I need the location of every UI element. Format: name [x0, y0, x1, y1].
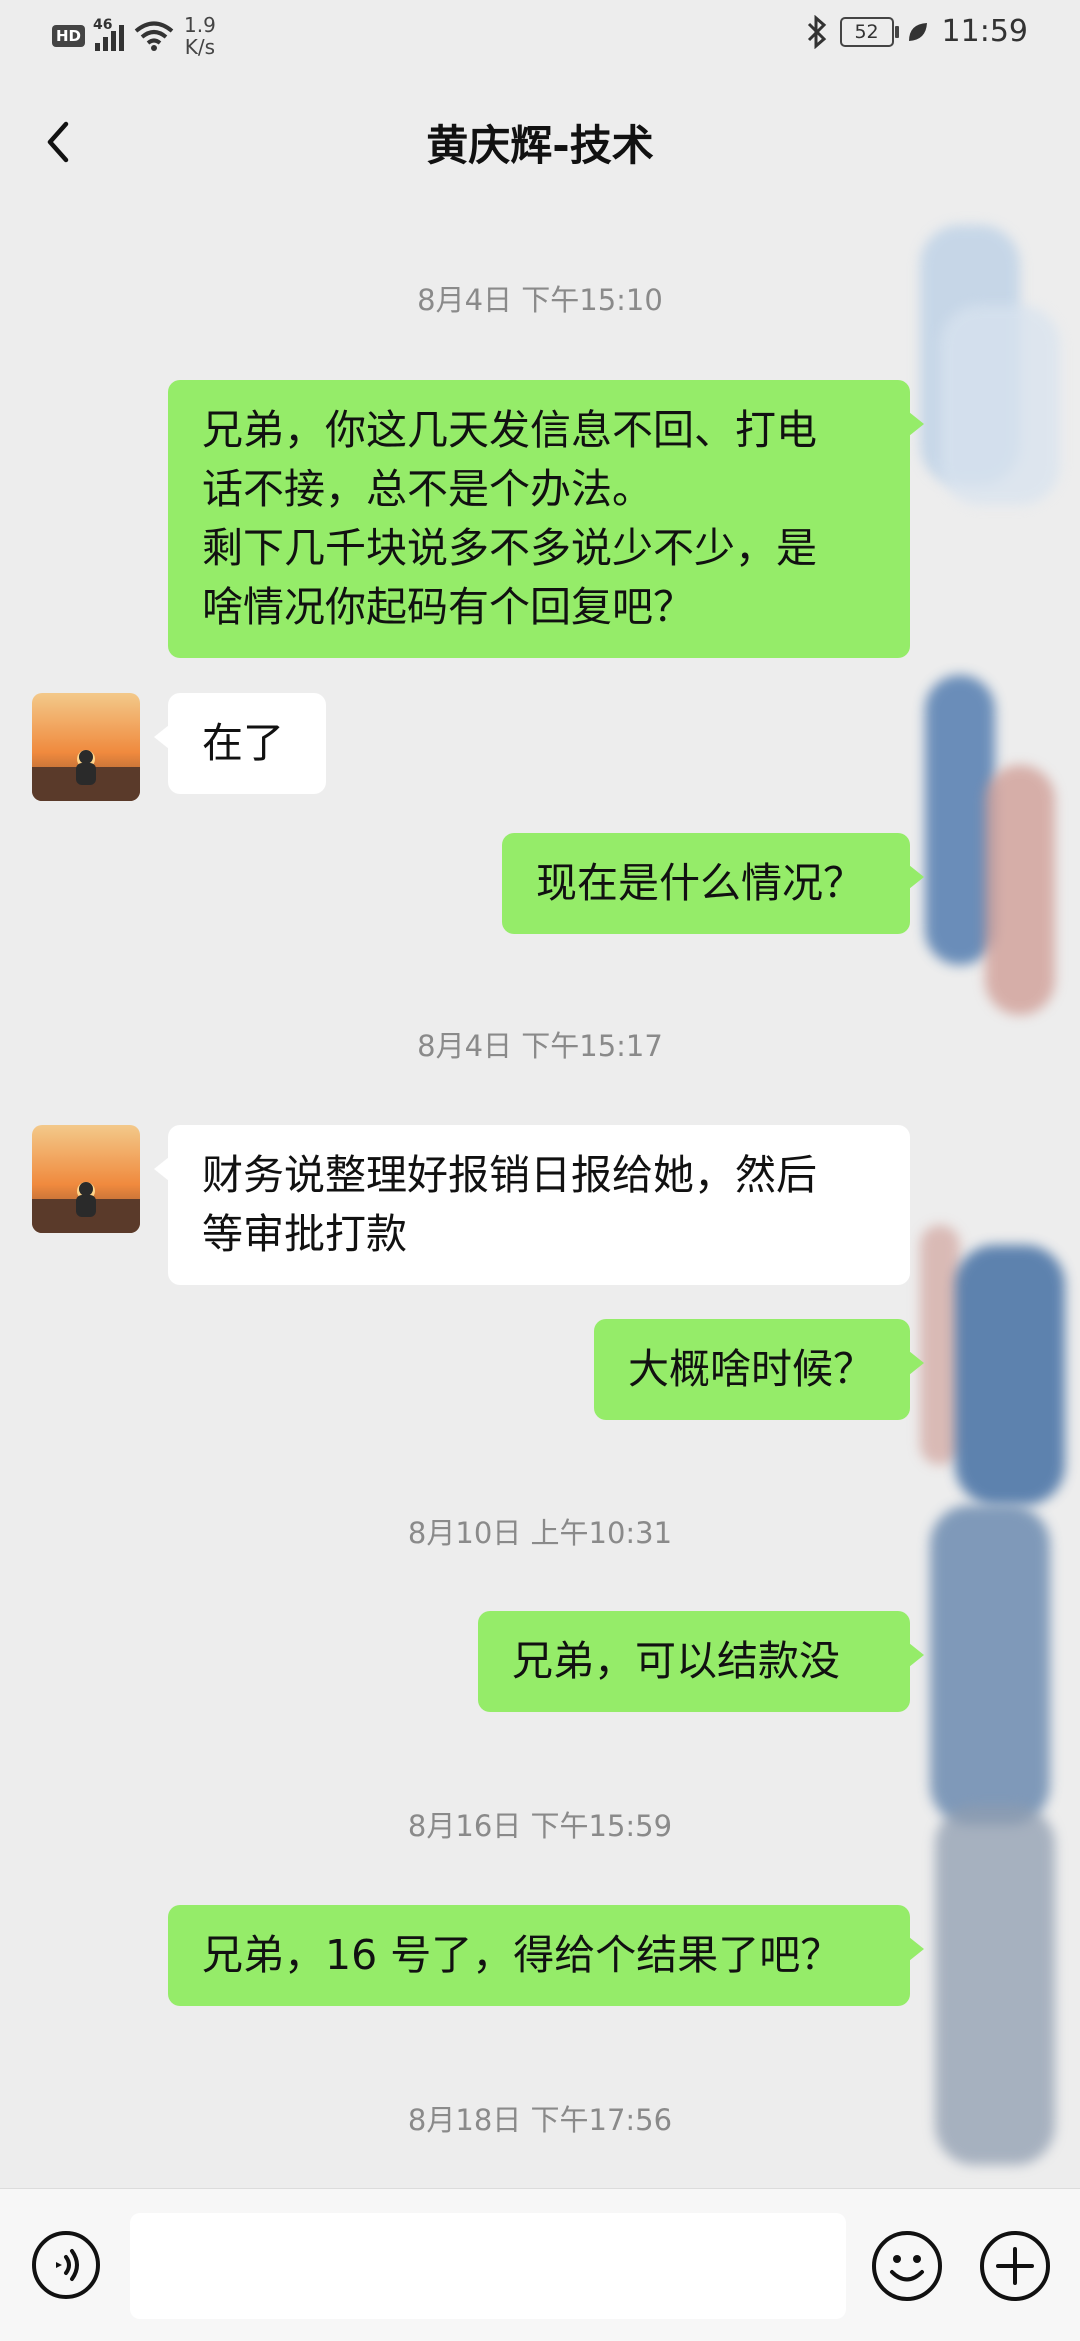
leaf-icon [908, 22, 927, 41]
message-line: 啥情况你起码有个回复吧？ [202, 583, 694, 631]
clock: 11:59 [941, 14, 1028, 49]
signal-icon: 46 [93, 17, 125, 51]
message-line: 兄弟，可以结款没 [512, 1637, 840, 1685]
voice-icon[interactable] [30, 2229, 102, 2301]
brush-stroke [940, 305, 1060, 505]
timestamp: 8月4日 下午15:17 [417, 1029, 663, 1063]
message-line: 兄弟，你这几天发信息不回、打电 [202, 406, 817, 454]
network-type: 46 [93, 17, 113, 33]
avatar[interactable] [32, 1125, 140, 1233]
nav-bar: 黄庆辉-技术 [0, 82, 1080, 202]
message-line: 在了 [202, 719, 284, 767]
message-input[interactable] [130, 2213, 846, 2319]
message-line: 话不接，总不是个办法。 [202, 465, 653, 513]
message-line: 剩下几千块说多不多说少不少，是 [202, 524, 817, 572]
message-bubble-received[interactable]: 在了 [154, 693, 326, 794]
wifi-icon [134, 21, 174, 51]
brush-stroke [985, 765, 1055, 1015]
message-line: 财务说整理好报销日报给她，然后 [202, 1151, 817, 1199]
input-bar [0, 2188, 1080, 2341]
message-line: 等审批打款 [202, 1210, 407, 1258]
hd-badge: HD [52, 25, 86, 47]
message-line: 大概啥时候？ [628, 1345, 874, 1393]
timestamp: 8月18日 下午17:56 [407, 2103, 673, 2137]
status-bar: HD 46 1.9 K/s 52 11:59 [0, 0, 1080, 72]
message-bubble-sent[interactable]: 现在是什么情况？ [502, 833, 924, 934]
network-speed: 1.9 K/s [184, 14, 216, 58]
status-left: HD 46 1.9 K/s [52, 14, 216, 58]
timestamp: 8月4日 下午15:10 [417, 283, 663, 317]
plus-icon[interactable] [978, 2229, 1052, 2303]
network-speed-unit: K/s [184, 35, 216, 59]
network-speed-value: 1.9 [184, 13, 216, 37]
brush-stroke [920, 1225, 960, 1465]
message-bubble-sent[interactable]: 兄弟，可以结款没 [478, 1611, 924, 1712]
emoji-icon[interactable] [870, 2229, 944, 2303]
message-bubble-received[interactable]: 财务说整理好报销日报给她，然后 等审批打款 [154, 1125, 910, 1285]
message-bubble-sent[interactable]: 兄弟，你这几天发信息不回、打电 话不接，总不是个办法。 剩下几千块说多不多说少不… [168, 380, 924, 658]
timestamp: 8月16日 下午15:59 [407, 1809, 673, 1843]
message-bubble-sent[interactable]: 大概啥时候？ [594, 1319, 924, 1420]
chat-area[interactable]: 8月4日 下午15:10 兄弟，你这几天发信息不回、打电 话不接，总不是个办法。… [0, 205, 1080, 2185]
avatar[interactable] [32, 693, 140, 801]
message-line: 现在是什么情况？ [536, 859, 864, 907]
chat-title: 黄庆辉-技术 [426, 121, 654, 170]
battery-indicator: 52 [839, 16, 899, 47]
timestamp: 8月10日 上午10:31 [407, 1516, 673, 1550]
status-right: 52 11:59 [806, 14, 1028, 49]
brush-stroke [930, 1505, 1050, 1825]
brush-stroke [955, 1245, 1065, 1505]
message-line: 兄弟，16 号了，得给个结果了吧？ [202, 1931, 842, 1979]
message-bubble-sent[interactable]: 兄弟，16 号了，得给个结果了吧？ [168, 1905, 924, 2006]
bluetooth-icon [807, 14, 826, 49]
